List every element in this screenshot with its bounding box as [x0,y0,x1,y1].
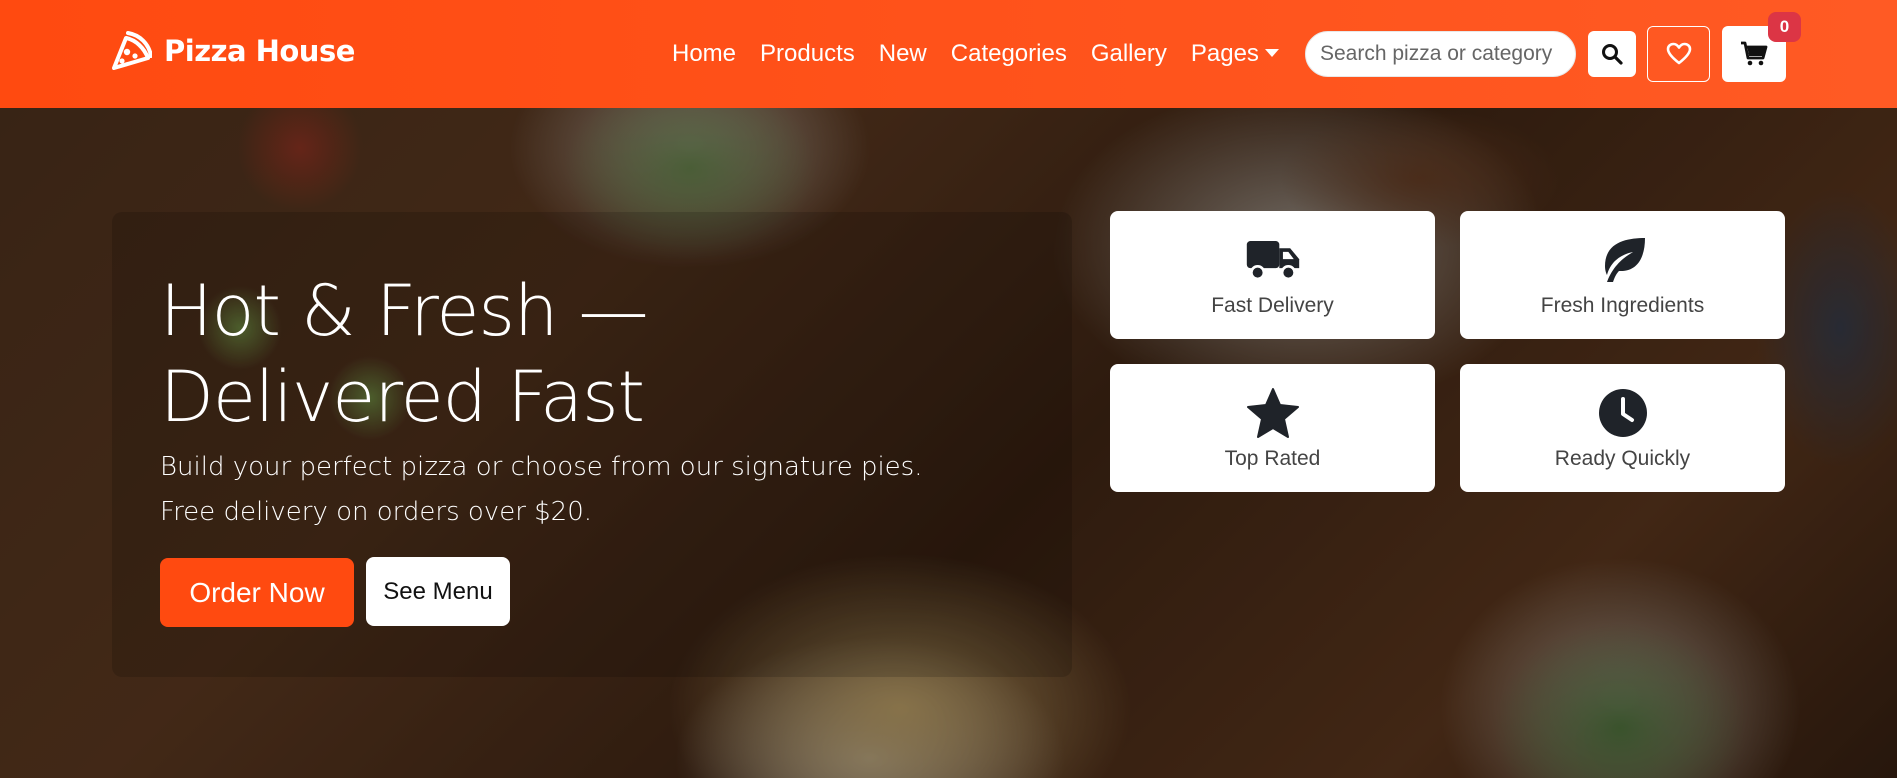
search-input[interactable] [1305,31,1576,77]
feature-label: Fast Delivery [1211,294,1334,317]
hero-subtitle: Build your perfect pizza or choose from … [160,452,923,527]
favorites-button[interactable] [1647,26,1710,82]
star-icon [1246,388,1299,438]
nav-categories[interactable]: Categories [939,40,1079,68]
search-icon [1602,44,1623,65]
cart-icon [1741,41,1768,66]
navbar: Pizza House Home Products New Categories… [0,0,1897,108]
pizza-slice-icon [112,31,152,70]
feature-card-ready-quickly: Ready Quickly [1460,364,1785,492]
clock-icon [1598,389,1647,437]
feature-label: Top Rated [1224,447,1321,470]
heart-icon [1666,42,1691,65]
nav-pages-label: Pages [1190,40,1259,67]
main-nav: Home Products New Categories Gallery Pag… [660,40,1291,68]
brand-logo[interactable]: Pizza House [110,30,355,72]
nav-pages-dropdown[interactable]: Pages [1179,40,1291,68]
leaf-icon [1604,238,1645,282]
nav-new[interactable]: New [867,40,939,68]
cart-count-badge: 0 [1768,12,1801,42]
hero-section: Hot & Fresh — Delivered Fast Build your … [0,108,1897,778]
feature-card-fast-delivery: Fast Delivery [1110,211,1435,339]
feature-label: Ready Quickly [1554,447,1691,470]
feature-card-top-rated: Top Rated [1110,364,1435,492]
feature-card-fresh-ingredients: Fresh Ingredients [1460,211,1785,339]
search-button[interactable] [1588,31,1636,77]
nav-gallery[interactable]: Gallery [1079,40,1179,68]
see-menu-button[interactable]: See Menu [366,557,510,626]
hero-title: Hot & Fresh — Delivered Fast [160,270,649,438]
order-now-button[interactable]: Order Now [160,558,354,627]
truck-icon [1246,241,1299,281]
caret-down-icon [1264,48,1279,57]
nav-home[interactable]: Home [660,40,748,68]
brand-name: Pizza House [164,34,355,68]
feature-label: Fresh Ingredients [1540,294,1705,317]
nav-products[interactable]: Products [748,40,867,68]
